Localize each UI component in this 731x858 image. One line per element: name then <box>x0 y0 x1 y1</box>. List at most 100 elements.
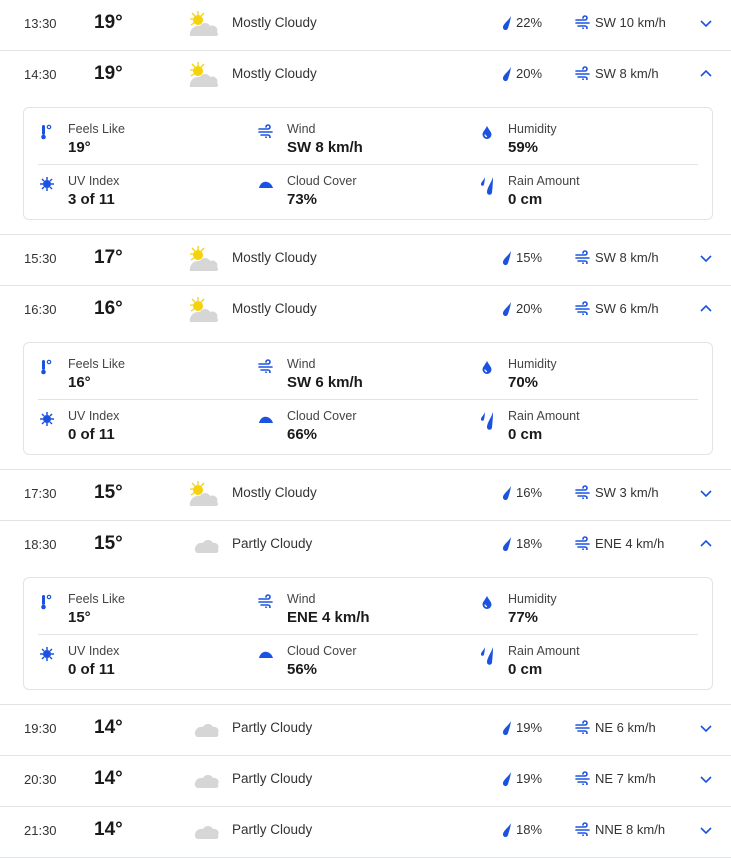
uv-index-label: UV Index <box>68 174 120 188</box>
rain-amount-cell: Rain Amount 0 cm <box>479 409 679 449</box>
collapse-chevron-up-icon[interactable] <box>697 535 715 553</box>
feels-like-value: 15° <box>68 609 91 626</box>
hour-time: 20:30 <box>24 772 57 787</box>
precipitation-drop-icon <box>501 721 513 736</box>
rain-amount-label: Rain Amount <box>508 409 580 423</box>
rain-drops-icon <box>479 646 495 665</box>
hour-row[interactable]: 18:30 15° Partly Cloudy 18% ENE 4 km/h <box>0 521 731 572</box>
mostly-cloudy-day-icon <box>186 480 220 508</box>
wind-icon <box>575 771 591 787</box>
wind-label: Wind <box>287 357 316 371</box>
wind-cell: Wind SW 6 km/h <box>258 357 458 397</box>
details-card: Feels Like 15° Wind ENE 4 km/h Humidity … <box>23 577 713 690</box>
feels-like-label: Feels Like <box>68 357 125 371</box>
precipitation-chance: 15% <box>516 250 543 265</box>
expand-chevron-down-icon[interactable] <box>697 14 715 32</box>
humidity-drop-icon <box>479 124 495 140</box>
collapse-chevron-up-icon[interactable] <box>697 300 715 318</box>
thermometer-icon <box>39 124 55 140</box>
wind-icon <box>575 536 591 552</box>
precipitation-chance: 20% <box>516 301 543 316</box>
precipitation-chance: 19% <box>516 771 543 786</box>
hour-row[interactable]: 14:30 19° Mostly Cloudy 20% SW 8 km/h <box>0 51 731 102</box>
hour-row[interactable]: 16:30 16° Mostly Cloudy 20% SW 6 km/h <box>0 286 731 337</box>
hour-details-panel: Feels Like 15° Wind ENE 4 km/h Humidity … <box>0 572 731 705</box>
hour-row[interactable]: 19:30 14° Partly Cloudy 19% NE 6 km/h <box>0 705 731 756</box>
feels-like-value: 16° <box>68 374 91 391</box>
humidity-label: Humidity <box>508 122 557 136</box>
hour-temperature: 15° <box>94 533 123 554</box>
precipitation-chance: 20% <box>516 66 543 81</box>
hour-time: 17:30 <box>24 486 57 501</box>
rain-amount-cell: Rain Amount 0 cm <box>479 644 679 684</box>
precipitation-chance: 18% <box>516 822 543 837</box>
feels-like-label: Feels Like <box>68 122 125 136</box>
wind-speed: NE 6 km/h <box>595 720 656 735</box>
humidity-value: 77% <box>508 609 539 626</box>
feels-like-cell: Feels Like 15° <box>39 592 239 632</box>
expand-chevron-down-icon[interactable] <box>697 821 715 839</box>
collapse-chevron-up-icon[interactable] <box>697 65 715 83</box>
wind-speed: SW 8 km/h <box>595 66 659 81</box>
uv-index-cell: UV Index 3 of 11 <box>39 174 239 214</box>
uv-index-value: 0 of 11 <box>68 426 115 443</box>
mostly-cloudy-day-icon <box>186 245 220 273</box>
hour-time: 16:30 <box>24 302 57 317</box>
hour-row[interactable]: 21:30 14° Partly Cloudy 18% NNE 8 km/h <box>0 807 731 858</box>
hour-time: 21:30 <box>24 823 57 838</box>
sun-uv-icon <box>39 176 55 192</box>
wind-icon <box>575 485 591 501</box>
hour-condition: Partly Cloudy <box>232 822 313 837</box>
hour-row[interactable]: 17:30 15° Mostly Cloudy 16% SW 3 km/h <box>0 470 731 521</box>
wind-icon <box>575 822 591 838</box>
hour-temperature: 14° <box>94 819 123 840</box>
humidity-drop-icon <box>479 594 495 610</box>
wind-speed: NNE 8 km/h <box>595 822 666 837</box>
hour-temperature: 17° <box>94 247 123 268</box>
hour-temperature: 14° <box>94 768 123 789</box>
expand-chevron-down-icon[interactable] <box>697 249 715 267</box>
wind-speed: ENE 4 km/h <box>595 536 665 551</box>
expand-chevron-down-icon[interactable] <box>697 770 715 788</box>
hour-row[interactable]: 13:30 19° Mostly Cloudy 22% SW 10 km/h <box>0 0 731 51</box>
hour-details-panel: Feels Like 16° Wind SW 6 km/h Humidity 7… <box>0 337 731 470</box>
thermometer-icon <box>39 359 55 375</box>
wind-value: SW 8 km/h <box>287 139 363 156</box>
hour-row[interactable]: 20:30 14° Partly Cloudy 19% NE 7 km/h <box>0 756 731 807</box>
precipitation-drop-icon <box>501 67 513 82</box>
hour-time: 14:30 <box>24 67 57 82</box>
hour-temperature: 16° <box>94 298 123 319</box>
hour-time: 19:30 <box>24 721 57 736</box>
wind-cell: Wind SW 8 km/h <box>258 122 458 162</box>
expand-chevron-down-icon[interactable] <box>697 719 715 737</box>
precipitation-chance: 18% <box>516 536 543 551</box>
wind-icon <box>575 66 591 82</box>
hour-condition: Mostly Cloudy <box>232 301 317 316</box>
hour-row[interactable]: 15:30 17° Mostly Cloudy 15% SW 8 km/h <box>0 235 731 286</box>
thermometer-icon <box>39 594 55 610</box>
hour-time: 15:30 <box>24 251 57 266</box>
details-divider <box>38 164 698 165</box>
wind-speed: SW 6 km/h <box>595 301 659 316</box>
wind-icon <box>258 124 274 140</box>
precipitation-chance: 16% <box>516 485 543 500</box>
details-divider <box>38 399 698 400</box>
hour-condition: Partly Cloudy <box>232 771 313 786</box>
hour-temperature: 19° <box>94 12 123 33</box>
partly-cloudy-night-icon <box>185 531 220 559</box>
wind-icon <box>575 250 591 266</box>
expand-chevron-down-icon[interactable] <box>697 484 715 502</box>
feels-like-cell: Feels Like 19° <box>39 122 239 162</box>
uv-index-value: 0 of 11 <box>68 661 115 678</box>
rain-amount-value: 0 cm <box>508 426 543 443</box>
humidity-label: Humidity <box>508 592 557 606</box>
hour-time: 13:30 <box>24 16 57 31</box>
cloud-cover-cell: Cloud Cover 56% <box>258 644 458 684</box>
precipitation-chance: 19% <box>516 720 543 735</box>
partly-cloudy-night-icon <box>185 766 220 794</box>
sun-uv-icon <box>39 646 55 662</box>
precipitation-drop-icon <box>501 823 513 838</box>
wind-icon <box>575 720 591 736</box>
wind-value: ENE 4 km/h <box>287 609 370 626</box>
cloud-cover-value: 73% <box>287 191 318 208</box>
